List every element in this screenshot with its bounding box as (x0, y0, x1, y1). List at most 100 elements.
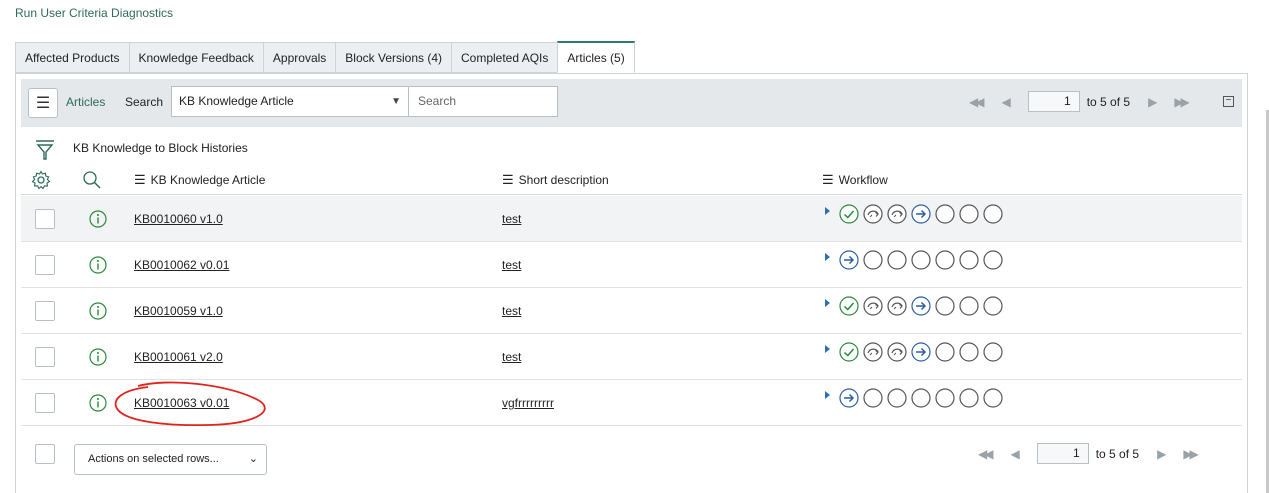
row-checkbox[interactable] (35, 393, 55, 413)
breadcrumb-text[interactable]: KB Knowledge to Block Histories (73, 141, 248, 155)
first-page-icon[interactable]: ◀◀ (978, 447, 994, 461)
list-title[interactable]: Articles (66, 95, 105, 109)
stage-skipped-icon (887, 296, 907, 316)
info-icon[interactable] (89, 394, 107, 412)
first-page-icon[interactable]: ◀◀ (969, 95, 985, 109)
stage-skipped-icon (863, 296, 883, 316)
pager-bottom: ◀◀ ◀ 1 to 5 of 5 ▶ ▶▶ (978, 443, 1199, 464)
stage-complete-icon (839, 296, 859, 316)
page-range-text: to 5 of 5 (1095, 446, 1140, 461)
stage-pending-icon (887, 388, 907, 408)
next-page-icon[interactable]: ▶ (1157, 447, 1166, 461)
stage-pending-icon (983, 388, 1003, 408)
tab-approvals[interactable]: Approvals (262, 42, 336, 73)
breadcrumb: KB Knowledge to Block Histories (21, 135, 1242, 161)
stage-in-progress-icon (911, 204, 931, 224)
short-description-link[interactable]: test (502, 212, 521, 226)
list-menu-button[interactable]: ☰ (28, 88, 58, 118)
column-header-short-description[interactable]: ☰ Short description (502, 172, 609, 188)
stage-in-progress-icon (839, 250, 859, 270)
stage-pending-icon (935, 388, 955, 408)
stage-pending-icon (959, 204, 979, 224)
article-link[interactable]: KB0010061 v2.0 (134, 350, 223, 364)
workflow-stages (825, 388, 1007, 408)
expand-workflow-icon[interactable] (825, 299, 830, 307)
expand-workflow-icon[interactable] (825, 345, 830, 353)
info-icon[interactable] (89, 348, 107, 366)
stage-pending-icon (959, 296, 979, 316)
stage-skipped-icon (863, 204, 883, 224)
article-link[interactable]: KB0010060 v1.0 (134, 212, 223, 226)
run-user-criteria-diagnostics-link[interactable]: Run User Criteria Diagnostics (15, 6, 173, 20)
prev-page-icon[interactable]: ◀ (1010, 447, 1019, 461)
search-label: Search (125, 95, 164, 109)
stage-pending-icon (935, 204, 955, 224)
stage-complete-icon (839, 204, 859, 224)
caret-down-icon: ▼ (391, 96, 401, 107)
next-page-icon[interactable]: ▶ (1148, 95, 1157, 109)
table-row: KB0010061 v2.0 test (21, 334, 1242, 380)
stage-pending-icon (959, 250, 979, 270)
article-link[interactable]: KB0010062 v0.01 (134, 258, 229, 272)
actions-on-selected-rows-select[interactable]: Actions on selected rows... ⌄ (74, 444, 267, 475)
workflow-stages (825, 342, 1007, 362)
last-page-icon[interactable]: ▶▶ (1174, 95, 1190, 109)
search-input[interactable]: Search (408, 86, 558, 117)
page-number-input[interactable]: 1 (1036, 443, 1089, 464)
select-all-checkbox[interactable] (35, 444, 55, 464)
short-description-link[interactable]: test (502, 258, 521, 272)
expand-workflow-icon[interactable] (825, 253, 830, 261)
gear-icon[interactable] (31, 170, 51, 190)
prev-page-icon[interactable]: ◀ (1001, 95, 1010, 109)
stage-pending-icon (983, 250, 1003, 270)
search-icon[interactable] (82, 170, 102, 190)
row-checkbox[interactable] (35, 255, 55, 275)
tab-completed-aqis[interactable]: Completed AQIs (451, 42, 558, 73)
tab-knowledge-feedback[interactable]: Knowledge Feedback (128, 42, 263, 73)
red-annotation-circle (114, 381, 266, 427)
table-row: KB0010059 v1.0 test (21, 288, 1242, 334)
tab-block-versions[interactable]: Block Versions (4) (335, 42, 451, 73)
stage-complete-icon (839, 342, 859, 362)
stage-pending-icon (887, 250, 907, 270)
last-page-icon[interactable]: ▶▶ (1183, 447, 1199, 461)
collapse-list-button[interactable]: − (1223, 96, 1234, 107)
row-checkbox[interactable] (35, 347, 55, 367)
column-header-workflow[interactable]: ☰ Workflow (822, 172, 888, 188)
stage-pending-icon (935, 250, 955, 270)
short-description-link[interactable]: test (502, 350, 521, 364)
article-link[interactable]: KB0010059 v1.0 (134, 304, 223, 318)
table-row: KB0010060 v1.0 test (21, 196, 1242, 242)
stage-pending-icon (911, 250, 931, 270)
expand-workflow-icon[interactable] (825, 391, 830, 399)
info-icon[interactable] (89, 302, 107, 320)
page-number-input[interactable]: 1 (1027, 91, 1080, 112)
search-field-select[interactable]: KB Knowledge Article ▼ (171, 86, 409, 117)
stage-in-progress-icon (911, 342, 931, 362)
workflow-stages (825, 204, 1007, 224)
column-menu-icon[interactable]: ☰ (822, 172, 834, 188)
stage-pending-icon (911, 388, 931, 408)
info-icon[interactable] (89, 256, 107, 274)
short-description-link[interactable]: test (502, 304, 521, 318)
info-icon[interactable] (89, 210, 107, 228)
list-header-row: ☰ KB Knowledge Article ☰ Short descripti… (21, 165, 1242, 195)
short-description-link[interactable]: vgfrrrrrrrrr (502, 396, 554, 410)
expand-workflow-icon[interactable] (825, 207, 830, 215)
column-label-article: KB Knowledge Article (150, 173, 266, 187)
stage-skipped-icon (887, 342, 907, 362)
stage-pending-icon (863, 250, 883, 270)
tab-articles[interactable]: Articles (5) (557, 41, 635, 73)
tab-affected-products[interactable]: Affected Products (15, 42, 129, 73)
row-checkbox[interactable] (35, 301, 55, 321)
row-checkbox[interactable] (35, 209, 55, 229)
table-row: KB0010062 v0.01 test (21, 242, 1242, 288)
workflow-stages (825, 250, 1007, 270)
workflow-stages (825, 296, 1007, 316)
column-menu-icon[interactable]: ☰ (134, 172, 146, 188)
column-label-short-description: Short description (518, 173, 609, 187)
column-header-article[interactable]: ☰ KB Knowledge Article (134, 172, 265, 188)
stage-pending-icon (863, 388, 883, 408)
column-menu-icon[interactable]: ☰ (502, 172, 514, 188)
filter-funnel-icon[interactable] (35, 139, 55, 161)
